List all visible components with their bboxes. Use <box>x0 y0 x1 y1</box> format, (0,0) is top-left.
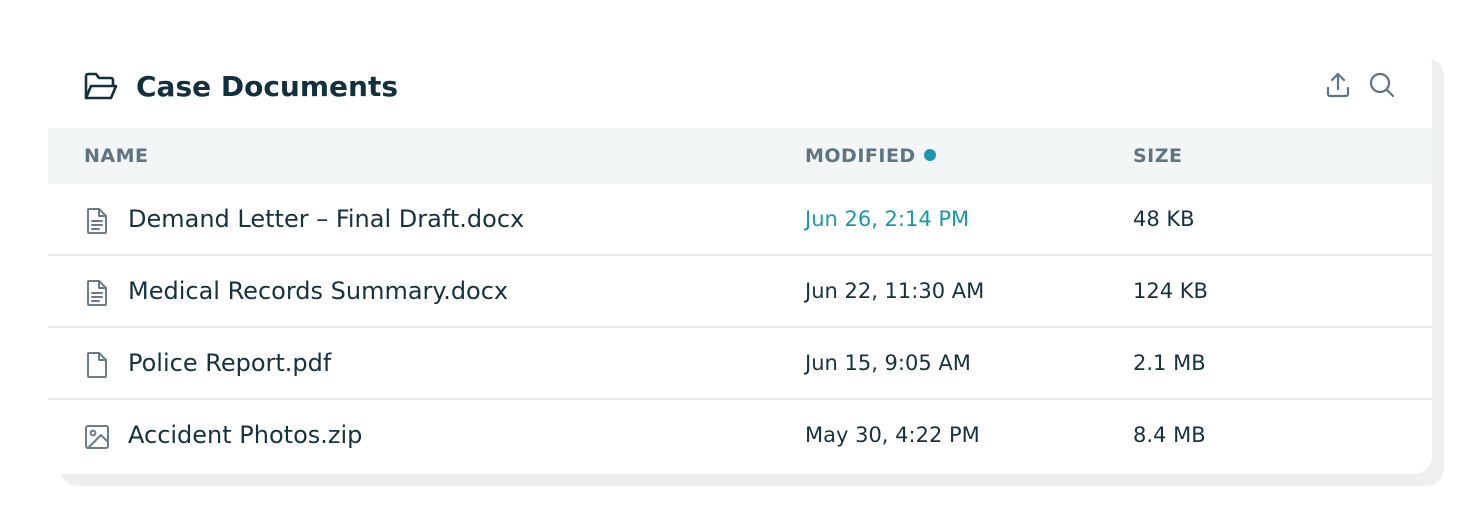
image-icon <box>84 423 110 451</box>
file-modified: Jun 26, 2:14 PM <box>805 207 970 231</box>
file-size: 48 KB <box>1133 207 1195 231</box>
table-row[interactable]: Accident Photos.zip May 30, 4:22 PM 8.4 … <box>48 400 1432 472</box>
table-header: NAME MODIFIED SIZE <box>48 128 1432 184</box>
file-name: Accident Photos.zip <box>128 421 363 449</box>
column-header-size-label: SIZE <box>1133 145 1183 167</box>
file-modified: Jun 15, 9:05 AM <box>805 351 971 375</box>
search-button[interactable] <box>1367 72 1397 102</box>
file-name: Medical Records Summary.docx <box>128 277 509 305</box>
file-icon <box>84 351 110 379</box>
column-header-name[interactable]: NAME <box>84 128 149 184</box>
panel-header: Case Documents <box>48 46 1432 128</box>
upload-button[interactable] <box>1323 72 1353 102</box>
file-list: Demand Letter – Final Draft.docx Jun 26,… <box>48 184 1432 472</box>
file-name: Demand Letter – Final Draft.docx <box>128 205 525 233</box>
file-name: Police Report.pdf <box>128 349 332 377</box>
sort-indicator-dot <box>923 148 936 161</box>
file-modified: May 30, 4:22 PM <box>805 423 980 447</box>
upload-icon <box>1324 71 1352 103</box>
search-icon <box>1368 71 1396 103</box>
panel-title: Case Documents <box>136 70 399 103</box>
file-size: 124 KB <box>1133 279 1208 303</box>
column-header-modified-label: MODIFIED <box>805 145 916 167</box>
table-row[interactable]: Demand Letter – Final Draft.docx Jun 26,… <box>48 184 1432 256</box>
column-header-size[interactable]: SIZE <box>1133 128 1183 184</box>
column-header-modified[interactable]: MODIFIED <box>805 128 936 184</box>
case-documents-panel: Case Documents NAME MODIFIED SIZE Demand… <box>48 46 1432 474</box>
document-icon <box>84 279 110 307</box>
file-modified: Jun 22, 11:30 AM <box>805 279 985 303</box>
document-icon <box>84 207 110 235</box>
table-row[interactable]: Police Report.pdf Jun 15, 9:05 AM 2.1 MB <box>48 328 1432 400</box>
file-size: 8.4 MB <box>1133 423 1206 447</box>
file-size: 2.1 MB <box>1133 351 1206 375</box>
column-header-name-label: NAME <box>84 145 149 167</box>
table-row[interactable]: Medical Records Summary.docx Jun 22, 11:… <box>48 256 1432 328</box>
folder-open-icon <box>83 71 119 103</box>
